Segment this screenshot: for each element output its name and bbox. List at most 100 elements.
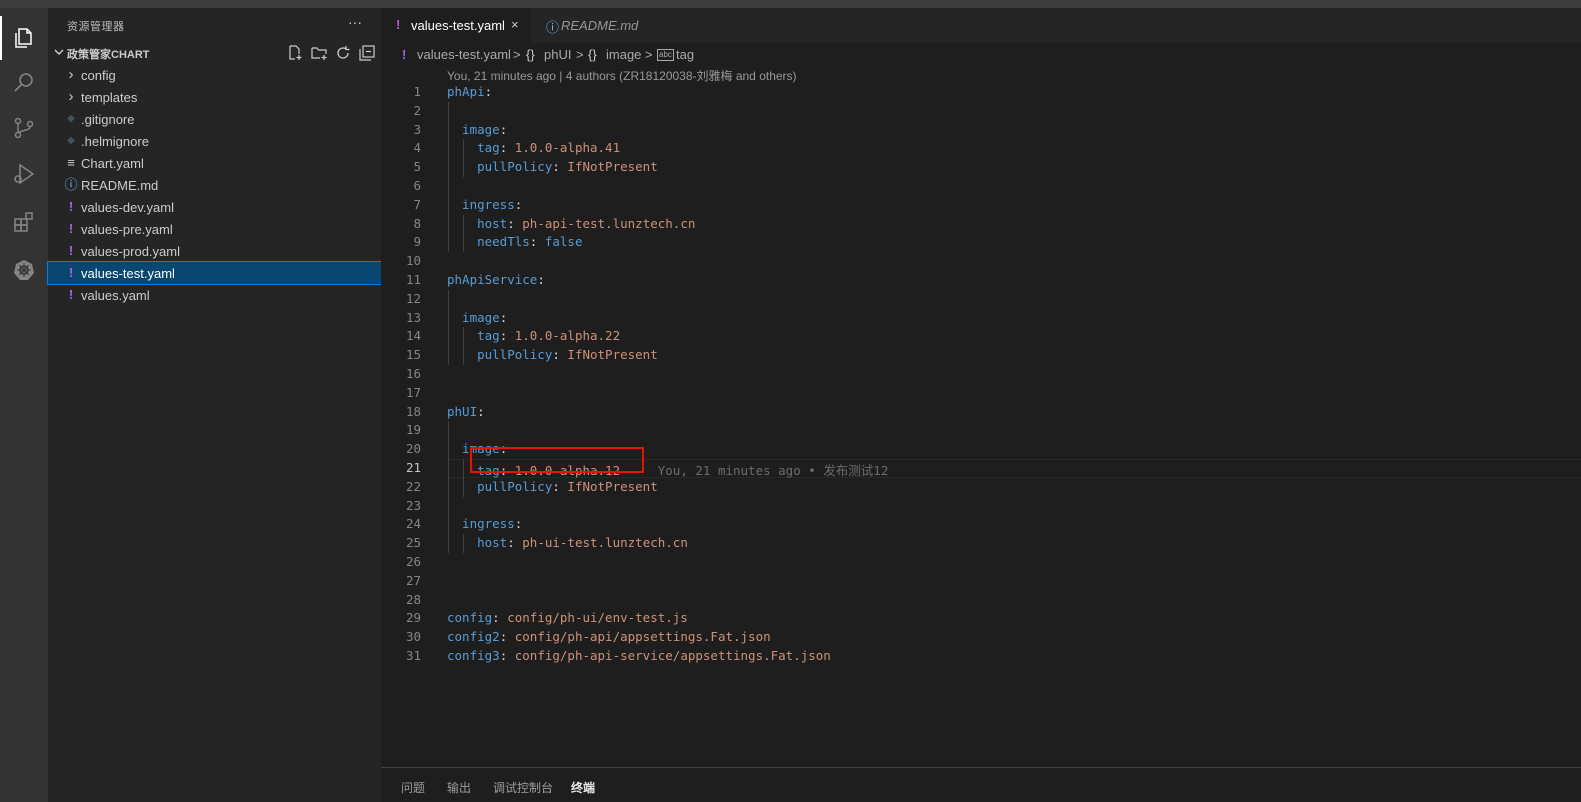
- lines-icon: ≡: [67, 155, 75, 170]
- code-line[interactable]: 25 host: ph-ui-test.lunztech.cn: [381, 534, 1581, 553]
- tab-readme-md[interactable]: ⓘ README.md: [531, 8, 651, 43]
- code-token: config/ph-api-service/appsettings.Fat.js…: [514, 648, 831, 663]
- code-line[interactable]: 4 tag: 1.0.0-alpha.41: [381, 139, 1581, 158]
- code-token: ph-ui-test.lunztech.cn: [522, 535, 688, 551]
- workspace-section-header[interactable]: 政策管家CHART: [48, 42, 381, 64]
- code-line[interactable]: 31 config3: config/ph-api-service/appsett…: [381, 647, 1581, 666]
- yaml-icon: !: [68, 287, 74, 302]
- tree-item-values-dev[interactable]: ! values-dev.yaml: [48, 196, 381, 218]
- line-number: 12: [405, 290, 421, 306]
- code-token: ingress: [447, 196, 515, 212]
- close-icon[interactable]: ×: [511, 17, 519, 32]
- source-control-icon[interactable]: [12, 116, 36, 140]
- line-text: config3: config/ph-api-service/appsettin…: [447, 648, 831, 663]
- code-line[interactable]: 29 config: config/ph-ui/env-test.js: [381, 609, 1581, 628]
- line-text: host: ph-ui-test.lunztech.cn: [447, 535, 688, 550]
- code-line[interactable]: 28: [381, 591, 1581, 610]
- breadcrumb-image[interactable]: image: [606, 47, 641, 62]
- panel-tab-debug-console[interactable]: 调试控制台: [493, 779, 553, 796]
- line-number: 5: [413, 159, 421, 175]
- tree-item-label: Chart.yaml: [81, 156, 144, 171]
- tree-item-label: values-pre.yaml: [81, 222, 173, 237]
- tree-item-values-test[interactable]: ! values-test.yaml: [47, 261, 382, 285]
- tab-values-test-yaml[interactable]: ! values-test.yaml ×: [381, 8, 531, 43]
- tree-item-helmignore[interactable]: ◆ .helmignore: [48, 130, 381, 152]
- breadcrumb-file[interactable]: values-test.yaml: [417, 47, 511, 62]
- code-line[interactable]: 7 ingress:: [381, 196, 1581, 215]
- line-number: 25: [405, 535, 421, 551]
- code-line[interactable]: 16: [381, 365, 1581, 384]
- code-token: config3: [447, 648, 500, 663]
- kubernetes-icon[interactable]: [12, 258, 36, 282]
- panel-tab-problems[interactable]: 问题: [401, 779, 425, 796]
- code-line[interactable]: 14 tag: 1.0.0-alpha.22: [381, 327, 1581, 346]
- code-line[interactable]: 17: [381, 384, 1581, 403]
- code-token: false: [544, 234, 583, 250]
- breadcrumb-phui[interactable]: phUI: [544, 47, 571, 62]
- code-line[interactable]: 15 pullPolicy: IfNotPresent: [381, 346, 1581, 365]
- tree-item-gitignore[interactable]: ◆ .gitignore: [48, 108, 381, 130]
- line-text: host: ph-api-test.lunztech.cn: [447, 216, 695, 231]
- line-number: 16: [405, 366, 421, 381]
- collapse-all-icon[interactable]: [358, 44, 376, 62]
- line-number: 24: [405, 516, 421, 532]
- more-actions-icon[interactable]: ···: [348, 14, 362, 30]
- line-number: 29: [405, 610, 421, 626]
- code-line[interactable]: 1 phApi:: [381, 83, 1581, 102]
- explorer-icon[interactable]: [12, 26, 36, 50]
- code-line[interactable]: 24 ingress:: [381, 515, 1581, 534]
- code-line[interactable]: 22 pullPolicy: IfNotPresent: [381, 478, 1581, 497]
- code-line[interactable]: 2: [381, 102, 1581, 121]
- code-token: pullPolicy: [447, 478, 553, 494]
- object-icon: {}: [588, 47, 597, 62]
- code-line[interactable]: 30 config2: config/ph-api/appsettings.Fat…: [381, 628, 1581, 647]
- tree-item-config[interactable]: › config: [48, 64, 381, 86]
- code-line[interactable]: 19: [381, 421, 1581, 440]
- tree-item-chart-yaml[interactable]: ≡ Chart.yaml: [48, 152, 381, 174]
- code-token: image: [447, 309, 500, 325]
- tree-item-values[interactable]: ! values.yaml: [48, 284, 381, 306]
- code-line[interactable]: 11 phApiService:: [381, 271, 1581, 290]
- tree-item-values-pre[interactable]: ! values-pre.yaml: [48, 218, 381, 240]
- panel-tab-terminal[interactable]: 终端: [571, 779, 595, 796]
- tree-item-readme[interactable]: ⓘ README.md: [48, 174, 381, 196]
- code-token: :: [552, 347, 568, 363]
- panel-tab-output[interactable]: 输出: [447, 779, 471, 796]
- code-line[interactable]: 23: [381, 497, 1581, 516]
- search-icon[interactable]: [12, 70, 36, 94]
- code-line[interactable]: 12: [381, 290, 1581, 309]
- line-number: 9: [413, 234, 421, 250]
- chevron-right-icon: ›: [68, 88, 74, 105]
- tree-item-label: values-dev.yaml: [81, 200, 174, 215]
- code-line[interactable]: 26: [381, 553, 1581, 572]
- code-token: host: [447, 535, 508, 551]
- tree-item-values-prod[interactable]: ! values-prod.yaml: [48, 240, 381, 262]
- git-codelens[interactable]: You, 21 minutes ago | 4 authors (ZR18120…: [447, 67, 797, 84]
- line-number: 6: [413, 178, 421, 193]
- new-file-icon[interactable]: [286, 44, 304, 62]
- refresh-icon[interactable]: [334, 44, 352, 62]
- code-line[interactable]: 13 image:: [381, 309, 1581, 328]
- code-line[interactable]: 27: [381, 572, 1581, 591]
- code-line[interactable]: 10: [381, 252, 1581, 271]
- breadcrumb-tag[interactable]: tag: [676, 47, 694, 62]
- code-token: config2: [447, 629, 500, 645]
- code-line[interactable]: 6: [381, 177, 1581, 196]
- code-line[interactable]: 3 image:: [381, 121, 1581, 140]
- activity-bar: [0, 8, 48, 802]
- code-line[interactable]: 9 needTls: false: [381, 233, 1581, 252]
- tree-item-templates[interactable]: › templates: [48, 86, 381, 108]
- highlight-annotation-box: [470, 447, 644, 473]
- code-token: :: [499, 648, 515, 663]
- code-line[interactable]: 5 pullPolicy: IfNotPresent: [381, 158, 1581, 177]
- code-token: :: [552, 478, 568, 494]
- extensions-icon[interactable]: [12, 210, 36, 234]
- run-debug-icon[interactable]: [12, 162, 36, 186]
- line-number: 14: [405, 328, 421, 344]
- line-number: 11: [405, 272, 421, 287]
- code-token: config: [447, 610, 493, 626]
- line-number: 19: [405, 422, 421, 438]
- code-line[interactable]: 8 host: ph-api-test.lunztech.cn: [381, 215, 1581, 234]
- code-line[interactable]: 18 phUI:: [381, 403, 1581, 422]
- new-folder-icon[interactable]: [310, 44, 328, 62]
